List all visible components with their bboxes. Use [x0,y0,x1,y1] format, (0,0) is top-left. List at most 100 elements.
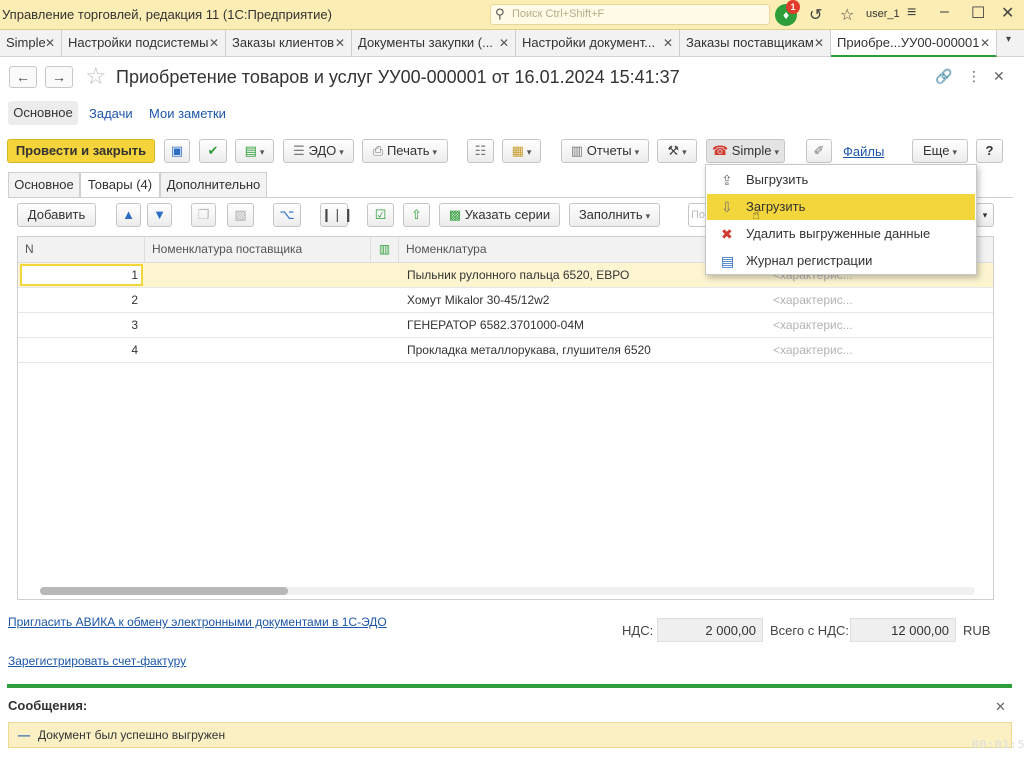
pick-goods-button[interactable]: ⇧ [403,203,430,227]
nav-main[interactable]: Основное [8,101,78,125]
simple-button[interactable]: ☎ Simple ▾ [706,139,785,163]
column-n[interactable]: N [18,237,145,263]
notifications-bell-icon[interactable]: ♦ 1 [775,0,800,26]
row-supplier-item[interactable] [151,313,371,338]
message-text: Документ был успешно выгружен [38,728,226,742]
row-item[interactable]: Прокладка металлорукава, глушителя 6520 [407,338,767,363]
menu-item-delete-exported[interactable]: ✖ Удалить выгруженные данные [707,221,975,247]
create-based-on-button[interactable]: ▤ ▾ [235,139,274,163]
tab-label: Документы закупки (... [358,35,493,50]
column-supplier-item[interactable]: Номенклатура поставщика [145,237,371,263]
split-row-button[interactable]: ⌥ [273,203,301,227]
favorite-star-icon[interactable]: ☆ [85,62,107,91]
scrollbar-thumb[interactable] [40,587,288,595]
forward-button[interactable]: → [45,66,73,88]
move-up-button[interactable]: ▲ [116,203,141,227]
arrow-down-icon: ▼ [153,207,166,222]
row-feature[interactable]: <характерис... [773,338,893,363]
save-button[interactable]: ▣ [164,139,190,163]
close-icon[interactable]: ✕ [499,30,509,56]
journal-button[interactable]: ☷ [467,139,494,163]
close-icon[interactable]: ✕ [45,30,55,56]
specify-series-button[interactable]: ▩ Указать серии [439,203,560,227]
page-tab-goods[interactable]: Товары (4) [80,172,160,198]
check-button[interactable]: ☑ [367,203,394,227]
nav-tasks[interactable]: Задачи [89,106,133,121]
global-search-input[interactable]: ⚲ Поиск Ctrl+Shift+F [490,4,770,25]
minimize-icon[interactable]: – [940,3,949,21]
tab-purchase-document[interactable]: Приобре...УУ00-000001 ✕ [831,30,997,57]
column-match-icon[interactable]: ▥ [371,237,399,263]
journal-icon: ▤ [721,253,735,269]
reports-button[interactable]: ▥ Отчеты ▾ [561,139,649,163]
tab-simple[interactable]: Simple ✕ [0,30,62,57]
close-icon[interactable]: ✕ [209,30,219,56]
close-icon[interactable]: ✕ [335,30,345,56]
link-icon[interactable]: 🔗 [935,68,952,85]
tab-supplier-orders[interactable]: Заказы поставщикам ✕ [680,30,831,57]
help-button[interactable]: ? [976,139,1003,163]
menu-item-export[interactable]: ⇪ Выгрузить [707,167,975,193]
close-messages-icon[interactable]: ✕ [995,699,1006,715]
row-feature[interactable]: <характерис... [773,313,893,338]
favorites-star-icon[interactable]: ☆ [840,5,854,25]
overlay-timer: 00:01:5 [972,738,1024,751]
copy-icon: ❐ [197,207,210,222]
files-link[interactable]: Файлы [843,144,884,159]
close-form-icon[interactable]: ✕ [993,68,1005,85]
page-tab-main[interactable]: Основное [8,172,80,197]
more-vertical-icon[interactable]: ⋮ [967,68,981,85]
menu-item-event-log[interactable]: ▤ Журнал регистрации [707,248,975,274]
main-menu-icon[interactable]: ≡ [907,4,916,22]
nav-notes[interactable]: Мои заметки [149,106,226,121]
journal-icon: ☷ [474,143,487,158]
fill-button[interactable]: Заполнить ▾ [569,203,660,227]
row-supplier-item[interactable] [151,338,371,363]
close-icon[interactable]: ✕ [814,30,824,56]
paste-row-button[interactable]: ▧ [227,203,254,227]
row-supplier-item[interactable] [151,263,371,288]
attachment-button[interactable]: ✐ [806,139,832,163]
message-marker-icon: — [18,728,30,742]
close-window-icon[interactable]: ✕ [1001,3,1014,23]
tab-customer-orders[interactable]: Заказы клиентов ✕ [226,30,352,57]
invite-edo-link[interactable]: Пригласить АВИКА к обмену электронными д… [8,615,387,629]
page-tab-additional[interactable]: Дополнительно [160,172,267,197]
tab-document-settings[interactable]: Настройки документ... ✕ [516,30,680,57]
close-icon[interactable]: ✕ [663,30,673,56]
barcode-button[interactable]: ❙❘❙ [320,203,354,227]
row-feature[interactable]: <характерис... [773,288,893,313]
menu-item-import[interactable]: ⇩ Загрузить [707,194,975,220]
table-more-button[interactable]: ▾ [976,203,994,227]
tab-purchase-documents[interactable]: Документы закупки (... ✕ [352,30,516,57]
row-supplier-item[interactable] [151,288,371,313]
table-row[interactable]: 4 Прокладка металлорукава, глушителя 652… [18,338,993,363]
row-item[interactable]: ГЕНЕРАТОР 6582.3701000-04М [407,313,767,338]
move-down-button[interactable]: ▼ [147,203,172,227]
horizontal-scrollbar[interactable] [40,587,975,595]
table-row[interactable]: 2 Хомут Mikalor 30-45/12w2 <характерис..… [18,288,993,313]
download-icon: ⇩ [721,199,733,215]
post-and-close-button[interactable]: Провести и закрыть [7,139,155,163]
back-button[interactable]: ← [9,66,37,88]
message-item[interactable]: — Документ был успешно выгружен [8,722,1012,748]
row-item[interactable]: Хомут Mikalor 30-45/12w2 [407,288,767,313]
post-button[interactable]: ✔ [199,139,227,163]
edo-button[interactable]: ☰ ЭДО ▾ [283,139,354,163]
user-name[interactable]: user_1 [866,8,900,20]
attach-doc-button[interactable]: ▦ ▾ [502,139,541,163]
history-icon[interactable]: ↺ [809,5,822,25]
copy-row-button[interactable]: ❐ [191,203,216,227]
register-invoice-link[interactable]: Зарегистрировать счет-фактуру [8,654,186,668]
add-row-button[interactable]: Добавить [17,203,96,227]
tab-subsystem-settings[interactable]: Настройки подсистемы ✕ [62,30,226,57]
app-title: Управление торговлей, редакция 11 (1С:Пр… [2,7,332,22]
close-icon[interactable]: ✕ [980,30,990,55]
print-button[interactable]: ⎙ Печать ▾ [362,139,448,163]
tools-button[interactable]: ⚒ ▾ [657,139,697,163]
more-button[interactable]: Еще ▾ [912,139,968,163]
arrow-up-icon: ▲ [122,207,135,222]
maximize-icon[interactable]: ☐ [971,3,985,23]
table-row[interactable]: 3 ГЕНЕРАТОР 6582.3701000-04М <характерис… [18,313,993,338]
tabs-list-icon[interactable]: ▾ [1006,34,1011,45]
